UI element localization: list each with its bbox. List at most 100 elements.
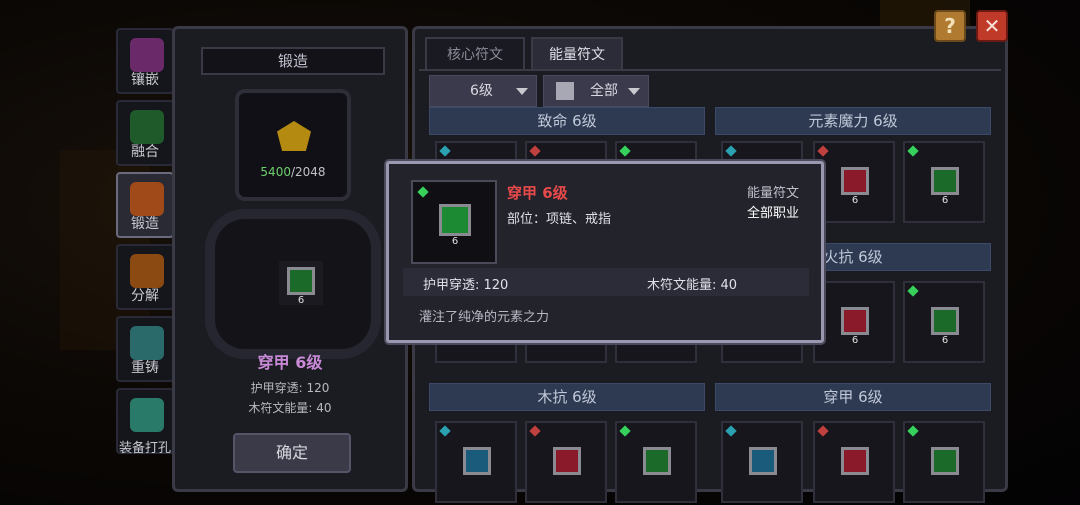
rune-icon: 6 — [841, 307, 869, 346]
quality-gem-icon — [725, 425, 737, 437]
rune-card[interactable] — [435, 421, 517, 503]
rune-level: 6 — [941, 335, 949, 346]
category-filter-dropdown[interactable]: 全部 — [543, 75, 649, 107]
side-nav: 镶嵌 融合 锻造 分解 重铸 装备打孔 — [116, 28, 178, 460]
tooltip-rune-type: 能量符文 — [746, 186, 799, 201]
punch-icon — [130, 398, 164, 432]
rune-level: 6 — [851, 195, 859, 206]
rune-icon — [463, 447, 491, 475]
nav-label: 重铸 — [131, 360, 159, 376]
rune-icon — [841, 447, 869, 475]
rune-icon — [553, 447, 581, 475]
nav-item-forge[interactable]: 锻造 — [116, 172, 174, 238]
quality-gem-icon — [907, 425, 919, 437]
tooltip-rune-name: 穿甲 6级 — [507, 184, 568, 202]
nav-item-recast[interactable]: 重铸 — [116, 316, 174, 382]
material-need: /2048 — [290, 165, 326, 179]
tooltip-description: 灌注了纯净的元素之力 — [419, 310, 550, 325]
rune-level: 6 — [451, 236, 459, 247]
group-header: 木抗 6级 — [429, 383, 705, 411]
forge-gear-frame: 6 — [205, 209, 381, 359]
rune-card[interactable]: 6 — [813, 141, 895, 223]
quality-gem-icon — [439, 145, 451, 157]
chevron-down-icon — [516, 88, 528, 95]
forge-icon — [130, 182, 164, 216]
forge-title: 锻造 — [201, 47, 385, 75]
rune-card-selected[interactable] — [903, 421, 985, 503]
tooltip-stat-wood-energy: 木符文能量: 40 — [647, 278, 738, 293]
category-filter-value: 全部 — [590, 83, 618, 99]
inlay-icon — [130, 38, 164, 72]
quality-gem-icon — [619, 425, 631, 437]
tooltip-class: 全部职业 — [746, 206, 799, 221]
quality-gem-icon — [817, 425, 829, 437]
rune-icon: 6 — [439, 204, 471, 247]
rune-level: 6 — [851, 335, 859, 346]
quality-gem-icon — [817, 145, 829, 157]
decompose-icon — [130, 254, 164, 288]
help-button[interactable]: ? — [934, 10, 966, 42]
rune-icon: 6 — [841, 167, 869, 206]
quality-gem-icon — [439, 425, 451, 437]
rune-card[interactable]: 6 — [813, 281, 895, 363]
nav-label: 分解 — [131, 288, 159, 304]
forge-rune-slot[interactable]: 6 — [279, 261, 323, 306]
rune-icon — [749, 447, 777, 475]
rune-icon: 6 — [287, 267, 315, 306]
rune-card[interactable]: 6 — [903, 281, 985, 363]
quality-gem-icon — [529, 425, 541, 437]
tab-energy-runes[interactable]: 能量符文 — [531, 37, 623, 71]
rune-icon — [643, 447, 671, 475]
tooltip-stats-row: 护甲穿透: 120 木符文能量: 40 — [403, 268, 809, 296]
forge-item-name: 穿甲 6级 — [257, 353, 323, 372]
tooltip-rune-frame: 6 — [411, 180, 497, 264]
nav-label: 锻造 — [131, 216, 159, 232]
forge-panel: 锻造 5400/2048 6 穿甲 6级 护甲穿透: 120 木符文能量: 40… — [172, 26, 408, 492]
rune-level: 6 — [297, 295, 305, 306]
rune-icon: 6 — [931, 167, 959, 206]
tooltip-slot: 部位：项链、戒指 — [507, 212, 612, 227]
group-header: 致命 6级 — [429, 107, 705, 135]
tab-core-runes[interactable]: 核心符文 — [425, 37, 525, 71]
rune-level: 6 — [941, 195, 949, 206]
quality-gem-icon — [619, 145, 631, 157]
category-icon — [556, 82, 574, 100]
tooltip-stat-armor-pen: 护甲穿透: 120 — [423, 278, 509, 293]
nav-item-punch[interactable]: 装备打孔 — [116, 388, 174, 456]
rune-icon: 6 — [931, 307, 959, 346]
quality-gem-icon — [529, 145, 541, 157]
rune-card[interactable] — [813, 421, 895, 503]
quality-gem-icon — [907, 285, 919, 297]
forge-stat-wood-energy: 木符文能量: 40 — [248, 401, 332, 415]
checkmark-icon — [931, 447, 959, 475]
nav-label: 装备打孔 — [118, 441, 171, 456]
fusion-icon — [130, 110, 164, 144]
rune-card[interactable]: 6 — [903, 141, 985, 223]
tab-divider — [419, 69, 1001, 71]
group-header: 穿甲 6级 — [715, 383, 991, 411]
chevron-down-icon — [628, 88, 640, 95]
nav-item-fusion[interactable]: 融合 — [116, 100, 174, 166]
quality-gem-icon — [417, 186, 429, 198]
nav-item-inlay[interactable]: 镶嵌 — [116, 28, 174, 94]
confirm-button[interactable]: 确定 — [233, 433, 351, 473]
recast-icon — [130, 326, 164, 360]
material-count: 5400/2048 — [239, 165, 347, 179]
material-have: 5400 — [260, 165, 291, 179]
quality-gem-icon — [725, 145, 737, 157]
level-filter-dropdown[interactable]: 6级 — [429, 75, 537, 107]
close-button[interactable]: ✕ — [976, 10, 1008, 42]
rune-card[interactable] — [525, 421, 607, 503]
material-orb: 5400/2048 — [235, 89, 351, 201]
nav-label: 融合 — [131, 144, 159, 160]
quality-gem-icon — [907, 145, 919, 157]
material-coin-icon — [277, 121, 311, 151]
rune-card[interactable] — [615, 421, 697, 503]
rune-card[interactable] — [721, 421, 803, 503]
level-filter-value: 6级 — [470, 83, 493, 99]
rune-tooltip: 6 穿甲 6级 部位：项链、戒指 能量符文 全部职业 护甲穿透: 120 木符文… — [386, 161, 824, 343]
nav-label: 镶嵌 — [131, 72, 159, 88]
forge-stat-armor-pen: 护甲穿透: 120 — [250, 381, 330, 395]
nav-item-decompose[interactable]: 分解 — [116, 244, 174, 310]
group-header: 元素魔力 6级 — [715, 107, 991, 135]
